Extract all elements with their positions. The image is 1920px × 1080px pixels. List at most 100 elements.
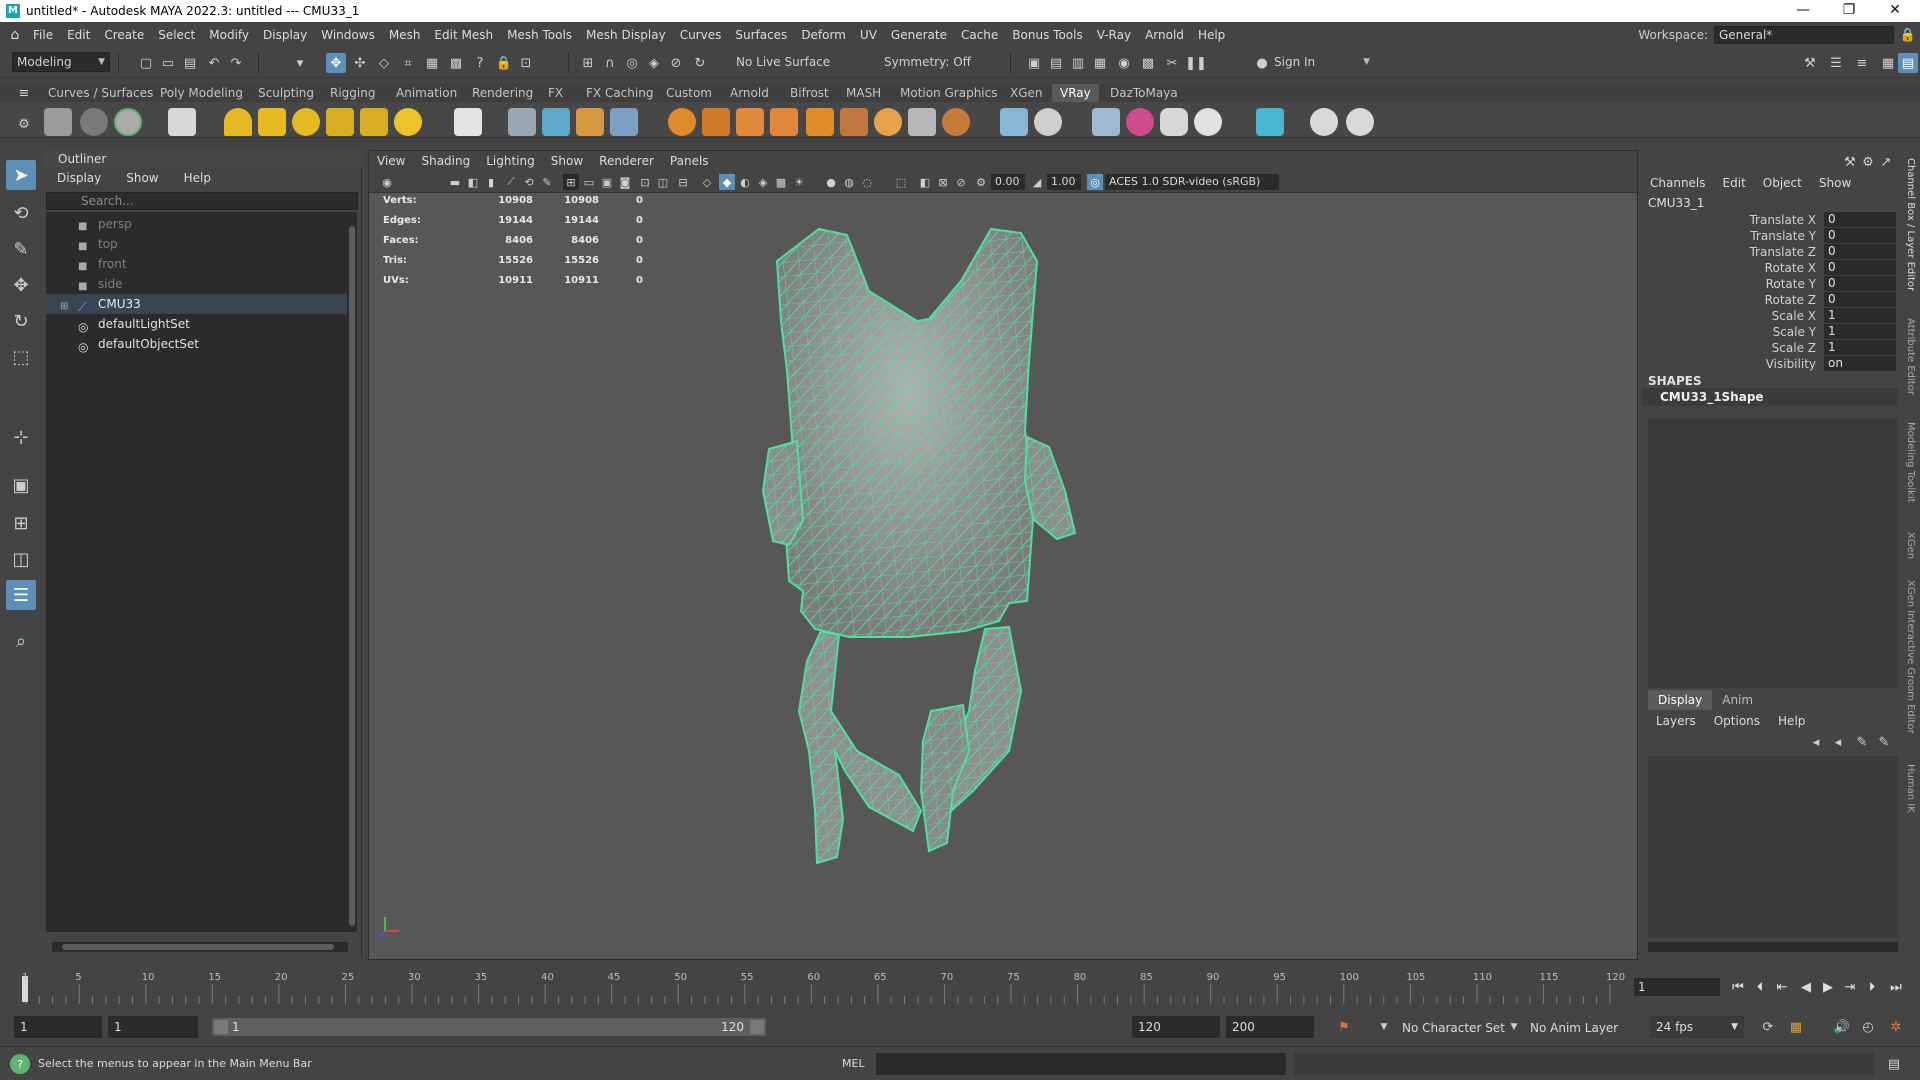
shelf-tab-fx[interactable]: FX (540, 84, 571, 102)
single-perspective-view-icon[interactable]: ▣ (6, 470, 36, 500)
channel-box-toggle-icon[interactable]: ▦ (1878, 53, 1898, 73)
axis-icon[interactable]: ⊹ (6, 422, 36, 452)
layer-horizontal-scrollbar[interactable] (1648, 942, 1898, 952)
layer-menu-layers[interactable]: Layers (1648, 714, 1706, 728)
chevron-down-icon[interactable]: ▼ (1504, 1017, 1524, 1037)
menu-edit[interactable]: Edit (60, 28, 97, 42)
shelf-tab-rendering[interactable]: Rendering (464, 84, 541, 102)
current-frame-field[interactable]: 1 (1634, 978, 1720, 996)
channel-box-pin-icon[interactable]: ⚒ (1840, 152, 1860, 172)
open-scene-icon[interactable]: ▭ (158, 53, 178, 73)
attr-scale-y[interactable]: Scale Y 1 (1642, 324, 1898, 340)
vray-fur-icon[interactable] (576, 108, 604, 136)
side-tab-attribute-editor[interactable]: Attribute Editor (1905, 318, 1916, 395)
channel-box-settings-icon[interactable]: ⚙ (1858, 152, 1878, 172)
channel-menu-channels[interactable]: Channels (1642, 176, 1715, 190)
shelf-tab-mash[interactable]: MASH (838, 84, 889, 102)
search-icon[interactable]: ⌕ (6, 626, 36, 656)
dome-light-icon[interactable] (224, 108, 252, 136)
render-view-icon[interactable]: ◉ (1114, 53, 1134, 73)
outliner-search-input[interactable]: Search... (46, 192, 358, 210)
menu-surfaces[interactable]: Surfaces (728, 28, 794, 42)
attr-value[interactable]: 0 (1824, 276, 1896, 291)
workspace-dropdown[interactable]: General* (1714, 26, 1894, 44)
select-by-component-icon[interactable]: ✣ (350, 53, 370, 73)
outliner-item-side[interactable]: ■ side (46, 274, 352, 294)
vest-mesh-wireframe[interactable] (369, 151, 1637, 959)
paint-select-tool-icon[interactable]: ✎ (6, 234, 36, 264)
render-settings-icon[interactable]: ▥ (1068, 53, 1088, 73)
pause-render-icon[interactable]: ❚❚ (1185, 53, 1207, 73)
close-button[interactable]: ✕ (1872, 0, 1918, 22)
attr-value[interactable]: 1 (1824, 308, 1896, 323)
outliner-item-cmu33[interactable]: ⊞ ⟋ CMU33 (46, 294, 352, 314)
lasso-tool-icon[interactable]: ⟲ (6, 198, 36, 228)
spot-light-icon[interactable] (258, 108, 286, 136)
menu-modify[interactable]: Modify (202, 28, 256, 42)
shelf-tab-xgen[interactable]: XGen (1002, 84, 1051, 102)
animation-end-field[interactable]: 200 (1226, 1016, 1314, 1038)
vray-camera-icon[interactable] (1256, 108, 1284, 136)
sun-light-icon[interactable] (394, 108, 422, 136)
menu-deform[interactable]: Deform (794, 28, 853, 42)
time-slider[interactable]: 1 5 10 15 20 25 30 35 40 45 50 55 60 65 70 75 80 85 90 95 10… (0, 968, 1920, 1008)
vray-color-icon[interactable] (1126, 108, 1154, 136)
range-end-handle[interactable] (750, 1020, 764, 1034)
modeling-toolkit-icon[interactable]: ⚒ (1800, 53, 1820, 73)
outliner-item-defaultobjectset[interactable]: ◎ defaultObjectSet (46, 334, 352, 354)
cache-playback-icon[interactable]: ▦ (1786, 1017, 1806, 1037)
outliner-item-top[interactable]: ■ top (46, 234, 352, 254)
mesh-light-icon[interactable] (326, 108, 354, 136)
menu-vray[interactable]: V-Ray (1090, 28, 1138, 42)
mel-label[interactable]: MEL (842, 1057, 865, 1070)
attr-value[interactable]: 0 (1824, 244, 1896, 259)
snap-grid-icon[interactable]: ⊞ (578, 53, 598, 73)
vray-material-icon[interactable] (668, 108, 696, 136)
sphere-light-icon[interactable] (292, 108, 320, 136)
channel-menu-show[interactable]: Show (1811, 176, 1860, 190)
new-layer-icon[interactable]: ✎ (1852, 732, 1872, 752)
select-vertex-icon[interactable]: ◇ (374, 53, 394, 73)
shelf-tab-bifrost[interactable]: Bifrost (782, 84, 837, 102)
lock-icon[interactable]: 🔒 (1898, 25, 1918, 45)
vray-wrapper-icon[interactable] (908, 108, 936, 136)
sign-in-dropdown[interactable]: Sign In ▼ (1270, 53, 1374, 73)
go-to-end-icon[interactable]: ⏭ (1886, 978, 1906, 996)
tab-anim[interactable]: Anim (1712, 690, 1763, 710)
attribute-editor-icon[interactable]: ☰ (1826, 53, 1846, 73)
scrollbar-thumb[interactable] (349, 226, 355, 926)
side-tab-xgen[interactable]: XGen (1905, 532, 1916, 559)
snap-live-icon[interactable]: ⊘ (666, 53, 686, 73)
shelf-tab-vray[interactable]: VRay (1052, 84, 1099, 102)
scale-tool-icon[interactable]: ⬚ (6, 342, 36, 372)
vray-clipper-icon[interactable] (610, 108, 638, 136)
select-hierarchy-icon[interactable]: ▾ (290, 53, 310, 73)
shelf-tab-motion-graphics[interactable]: Motion Graphics (892, 84, 1006, 102)
tool-settings-icon[interactable]: ≡ (1852, 53, 1872, 73)
live-surface-field[interactable]: No Live Surface (732, 53, 844, 73)
save-scene-icon[interactable]: ▤ (180, 53, 200, 73)
expand-icon[interactable]: ⊞ (60, 297, 74, 312)
vray-render-elements-icon[interactable] (1034, 108, 1062, 136)
menu-generate[interactable]: Generate (884, 28, 954, 42)
menu-mesh-tools[interactable]: Mesh Tools (500, 28, 579, 42)
attr-value[interactable]: 0 (1824, 292, 1896, 307)
ipr-render-icon[interactable]: ▤ (1046, 53, 1066, 73)
attr-rotate-y[interactable]: Rotate Y 0 (1642, 276, 1898, 292)
outliner-menu-help[interactable]: Help (171, 171, 223, 185)
menu-uv[interactable]: UV (853, 28, 884, 42)
snap-point-icon[interactable]: ◎ (622, 53, 642, 73)
highlight-selection-icon[interactable]: ⊡ (516, 53, 536, 73)
outliner-item-front[interactable]: ■ front (46, 254, 352, 274)
side-tab-modeling-toolkit[interactable]: Modeling Toolkit (1905, 422, 1916, 503)
move-layer-up-icon[interactable]: ◂ (1806, 732, 1826, 752)
outliner-item-persp[interactable]: ■ persp (46, 214, 352, 234)
attr-translate-x[interactable]: Translate X 0 (1642, 212, 1898, 228)
lock-selection-icon[interactable]: 🔒 (494, 53, 514, 73)
undo-icon[interactable]: ↶ (204, 53, 224, 73)
anim-layer-dropdown[interactable]: No Anim Layer (1530, 1021, 1618, 1035)
new-layer-selected-icon[interactable]: ✎ (1874, 732, 1894, 752)
vray-frame-buffer-icon[interactable] (114, 108, 142, 136)
menu-file[interactable]: File (26, 28, 60, 42)
vray-object-props-icon[interactable] (1000, 108, 1028, 136)
